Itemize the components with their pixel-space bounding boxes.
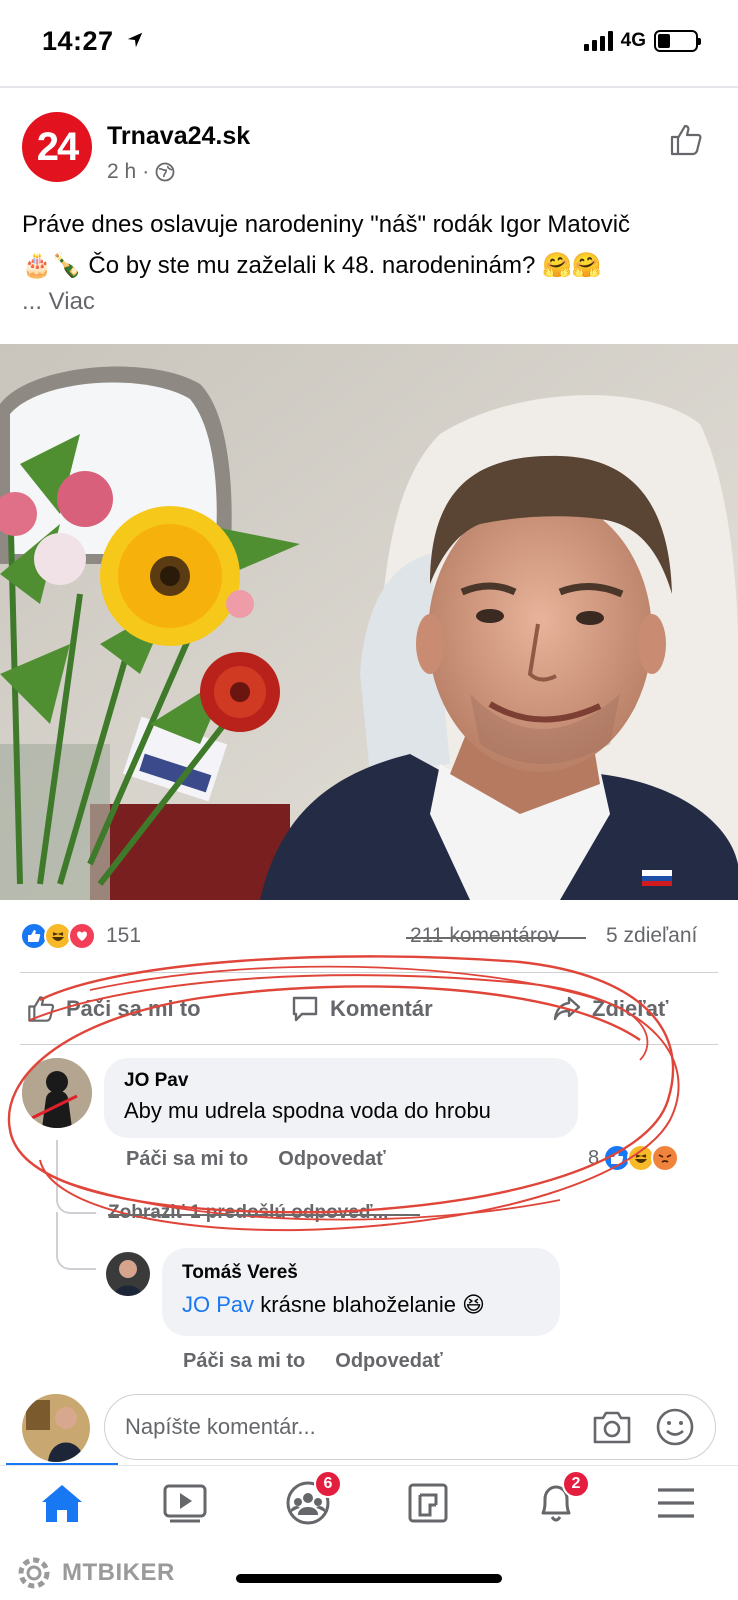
hamburger-menu-icon: [658, 1488, 694, 1518]
notifications-badge: 2: [562, 1470, 590, 1498]
nav-gaming[interactable]: [398, 1478, 458, 1528]
reply-reply-button[interactable]: Odpovedať: [335, 1350, 442, 1373]
nav-groups[interactable]: 6: [278, 1470, 342, 1528]
page-logo-text: 24: [36, 124, 79, 169]
battery-icon: [654, 30, 701, 52]
reply-actions: Páči sa mi to Odpovedať: [183, 1350, 443, 1373]
page-name[interactable]: Trnava24.sk: [107, 122, 250, 151]
share-label: Zdieľať: [592, 996, 669, 1021]
comments-count[interactable]: 211 komentárov: [410, 924, 559, 948]
nav-menu[interactable]: [646, 1478, 706, 1528]
post-meta: 2 h ·: [107, 160, 175, 184]
globe-icon: [155, 162, 175, 182]
avatar-image: [22, 1058, 92, 1128]
actions-divider-top: [20, 972, 718, 973]
signal-icon: [583, 31, 613, 51]
thumbs-up-icon[interactable]: [668, 122, 704, 158]
own-avatar[interactable]: [22, 1394, 90, 1462]
nav-watch[interactable]: [155, 1478, 215, 1528]
reply-body: krásne blahoželanie 😆: [254, 1292, 485, 1317]
actions-divider-bottom: [20, 1044, 718, 1045]
comment-like-button[interactable]: Páči sa mi to: [126, 1148, 248, 1171]
comment-reactions-count: 8: [588, 1146, 600, 1169]
thumbs-up-icon: [28, 996, 55, 1022]
nav-home[interactable]: [32, 1478, 92, 1528]
gear-logo-icon: [18, 1557, 50, 1589]
view-previous-replies[interactable]: Zobraziť 1 predošlú odpoveď...: [108, 1202, 388, 1224]
post-text: Práve dnes oslavuje narodeniny "náš" rod…: [22, 204, 722, 286]
watermark: MTBIKER: [14, 1553, 175, 1593]
comment-text: Aby mu udrela spodna voda do hrobu: [124, 1098, 491, 1123]
comment-composer[interactable]: Napíšte komentár...: [104, 1394, 716, 1460]
meta-separator: ·: [142, 160, 150, 183]
status-indicators: 4G: [583, 30, 701, 52]
like-button[interactable]: Páči sa mi to: [26, 994, 201, 1024]
home-icon: [42, 1485, 82, 1522]
comment-label: Komentár: [330, 996, 433, 1021]
location-arrow-icon: [127, 32, 142, 48]
nav-notifications[interactable]: 2: [526, 1470, 590, 1528]
thread-connector: [56, 1188, 96, 1214]
header-divider: [0, 86, 738, 88]
post-time[interactable]: 2 h: [107, 160, 136, 184]
comment-bubble[interactable]: JO Pav Aby mu udrela spodna voda do hrob…: [104, 1058, 578, 1138]
reaction-summary[interactable]: 151: [20, 922, 141, 950]
comment-author[interactable]: JO Pav: [124, 1070, 558, 1092]
comment-input[interactable]: Napíšte komentár...: [125, 1414, 591, 1440]
reply-mention[interactable]: JO Pav: [182, 1292, 254, 1317]
reply-like-button[interactable]: Páči sa mi to: [183, 1350, 305, 1373]
home-indicator[interactable]: [236, 1574, 502, 1583]
share-icon: [553, 996, 581, 1021]
status-time: 14:27: [42, 26, 144, 57]
video-icon: [163, 1484, 207, 1523]
network-type: 4G: [620, 30, 646, 51]
share-button[interactable]: Zdieľať: [552, 994, 668, 1024]
groups-badge: 6: [314, 1470, 342, 1498]
comment-icon: [292, 996, 318, 1022]
angry-reaction-icon: [651, 1144, 680, 1172]
avatar-image: [22, 1394, 90, 1462]
selfie-photo: [0, 344, 738, 900]
like-label: Páči sa mi to: [66, 996, 201, 1021]
see-more-link[interactable]: ... Viac: [22, 288, 95, 316]
love-reaction-icon: [68, 922, 96, 950]
reply-author[interactable]: Tomáš Vereš: [182, 1262, 540, 1284]
post-text-line-1: Práve dnes oslavuje narodeniny "náš" rod…: [22, 211, 631, 238]
post-photo[interactable]: [0, 344, 738, 900]
comment-actions: Páči sa mi to Odpovedať: [126, 1148, 386, 1171]
watermark-text: MTBIKER: [62, 1559, 175, 1586]
shares-count[interactable]: 5 zdieľaní: [606, 924, 697, 948]
avatar-image: [106, 1252, 150, 1296]
commenter-avatar[interactable]: [22, 1058, 92, 1128]
thread-connector-reply: [56, 1212, 96, 1270]
camera-icon[interactable]: [591, 1408, 633, 1446]
reply-avatar[interactable]: [106, 1252, 150, 1296]
nav-divider: [0, 1465, 738, 1466]
post-text-line-2: 🎂🍾 Čo by ste mu zaželali k 48. narodenin…: [22, 252, 602, 279]
comment-reply-button[interactable]: Odpovedať: [278, 1148, 385, 1171]
gaming-icon: [408, 1483, 448, 1523]
comment-reactions[interactable]: 8: [588, 1144, 680, 1172]
page-avatar[interactable]: 24: [22, 112, 92, 182]
reactions-count: 151: [106, 924, 142, 947]
clock: 14:27: [42, 26, 114, 56]
comment-button[interactable]: Komentár: [290, 994, 433, 1024]
reply-bubble[interactable]: Tomáš Vereš JO Pav krásne blahoželanie 😆: [162, 1248, 560, 1336]
emoji-icon[interactable]: [655, 1407, 695, 1447]
reply-text: JO Pav krásne blahoželanie 😆: [182, 1292, 540, 1318]
